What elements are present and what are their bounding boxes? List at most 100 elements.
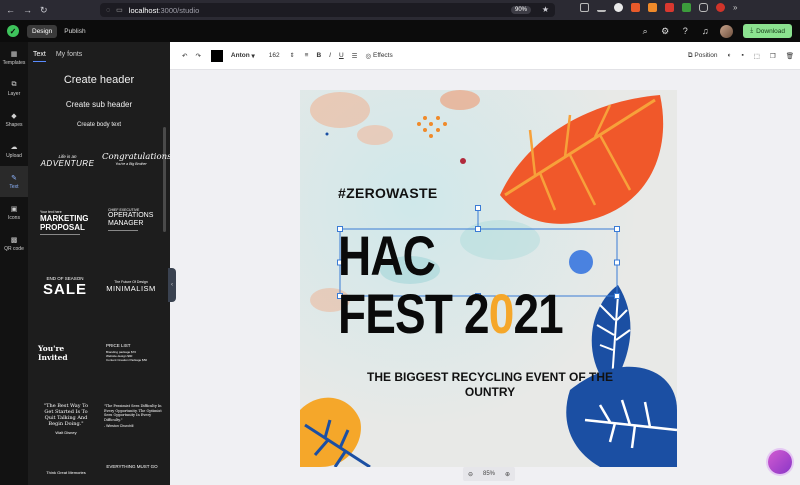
page-icon: ▭ <box>116 7 123 14</box>
gear-icon[interactable]: ⚙ <box>660 26 670 37</box>
templates-icon: ▦ <box>10 50 18 58</box>
rail-item-qr-code[interactable]: ▩ QR code <box>0 228 28 259</box>
template-operations-manager[interactable]: CHIEF EXECUTIVE OPERATIONS MANAGER <box>108 208 160 231</box>
app-header: ✓ Design Publish ⌕ ⚙ ? ♫ ⤓ Download <box>0 20 800 42</box>
create-sub-header-button[interactable]: Create sub header <box>28 100 170 109</box>
group-icon[interactable]: ⬚ <box>754 52 760 60</box>
list-icon[interactable]: ☰ <box>352 52 358 60</box>
rail-item-text[interactable]: ✎ Text <box>0 166 28 197</box>
tab-my-fonts[interactable]: My fonts <box>56 51 82 62</box>
template-quote-churchill[interactable]: "The Pessimist Sees Difficulty In Every … <box>104 404 162 428</box>
assistant-chat-button[interactable] <box>768 450 792 474</box>
template-youre-invited[interactable]: You're Invited <box>38 344 78 362</box>
template-great-memories[interactable]: Think Great Memories <box>44 470 88 475</box>
extension-red-icon[interactable] <box>665 3 674 12</box>
back-icon[interactable]: ← <box>6 5 15 15</box>
address-bar[interactable]: ◌ ▭ localhost:3000/studio 90% ★ <box>100 3 555 17</box>
editor-toolbar: ↶ ↷ Anton ▾ 162 ⇕ ≡ B I U ☰ ◎ Effects ⧉ … <box>170 42 800 70</box>
forward-icon[interactable]: → <box>23 5 32 15</box>
position-icon: ⧉ <box>687 51 693 59</box>
undo-icon[interactable]: ↶ <box>182 52 187 60</box>
shield-icon: ◌ <box>106 6 111 14</box>
extension-fox-icon[interactable] <box>648 3 657 12</box>
extension-puzzle-icon[interactable] <box>699 3 708 12</box>
overflow-menu-icon[interactable]: » <box>733 3 742 12</box>
download-label: Download <box>756 27 785 35</box>
upload-icon: ☁ <box>10 143 18 151</box>
rail-item-shapes[interactable]: ◆ Shapes <box>0 104 28 135</box>
notification-bell-icon[interactable]: ♫ <box>700 26 710 36</box>
underline-icon[interactable]: U <box>339 52 344 59</box>
italic-icon[interactable]: I <box>329 52 331 59</box>
template-minimalism[interactable]: The Future Of Design MINIMALISM <box>101 280 161 293</box>
tab-design[interactable]: Design <box>27 24 58 38</box>
downloads-icon[interactable] <box>597 3 606 12</box>
bookmark-star-icon[interactable]: ★ <box>542 5 549 14</box>
app-logo-icon[interactable]: ✓ <box>7 25 19 37</box>
template-everything-must-go[interactable]: EVERYTHING MUST GO <box>104 464 160 469</box>
poster-artboard[interactable]: #ZEROWASTE HAC FEST 2021 THE BIGGEST REC… <box>300 90 677 467</box>
template-adventure[interactable]: Life is an ADVENTURE <box>40 154 95 168</box>
poster-title-zero: 0 <box>488 282 515 345</box>
rail-item-upload[interactable]: ☁ Upload <box>0 135 28 166</box>
layer-icon: ⧉ <box>11 80 17 88</box>
tab-publish[interactable]: Publish <box>59 25 90 38</box>
rail-item-icons[interactable]: ▣ Icons <box>0 197 28 228</box>
redo-icon[interactable]: ↷ <box>195 52 200 60</box>
extension-c-icon[interactable] <box>614 3 623 12</box>
zoom-control: ⊖ 85% ⊕ <box>463 467 515 481</box>
shapes-icon: ◆ <box>11 112 17 120</box>
rail-item-templates[interactable]: ▦ Templates <box>0 42 28 73</box>
download-button[interactable]: ⤓ Download <box>743 24 792 38</box>
text-color-swatch[interactable] <box>210 49 223 62</box>
poster-subtitle[interactable]: THE BIGGEST RECYCLING EVENT OF THE OUNTR… <box>340 370 640 400</box>
poster-hashtag[interactable]: #ZEROWASTE <box>338 185 437 201</box>
poster-title-line2[interactable]: FEST 2021 <box>338 286 564 342</box>
extension-ladybug-icon[interactable] <box>716 3 725 12</box>
trash-icon[interactable]: 🗑 <box>786 52 794 60</box>
bold-icon[interactable]: B <box>316 52 321 59</box>
poster-title-part-a: FEST 2 <box>338 282 490 345</box>
extension-green-icon[interactable] <box>682 3 691 12</box>
left-rail: ▦ Templates ⧉ Layer ◆ Shapes ☁ Upload ✎ Text … <box>0 42 28 485</box>
lock-icon[interactable]: ▪ <box>741 52 743 59</box>
download-icon: ⤓ <box>750 27 754 34</box>
font-size-input[interactable]: 162 <box>269 52 280 59</box>
avatar[interactable] <box>720 24 734 38</box>
text-icon: ✎ <box>11 174 17 182</box>
create-body-text-button[interactable]: Create body text <box>28 122 170 128</box>
opacity-icon[interactable]: ◐ <box>728 52 732 59</box>
extension-orange-icon[interactable] <box>631 3 640 12</box>
position-button[interactable]: ⧉ Position <box>688 52 718 60</box>
poster-title-line1[interactable]: HAC <box>338 228 436 284</box>
template-price-list[interactable]: PRICE LIST Branding package $70 Website … <box>106 343 161 362</box>
rail-item-layer[interactable]: ⧉ Layer <box>0 73 28 104</box>
chevron-down-icon: ▾ <box>251 52 255 60</box>
collapse-panel-handle[interactable]: ‹ <box>168 268 176 302</box>
template-quote-disney[interactable]: "The Best Way To Get Started Is To Quit … <box>41 403 91 435</box>
poster-title-part-b: 21 <box>513 282 563 345</box>
effects-button[interactable]: ◎ Effects <box>366 52 393 60</box>
url-path: :3000/studio <box>158 5 200 15</box>
template-congratulations[interactable]: Congratulations! You're a Big Brother <box>102 152 170 166</box>
tab-text[interactable]: Text <box>33 51 46 62</box>
icons-icon: ▣ <box>10 205 18 213</box>
browser-toolbar: ← → ↻ ◌ ▭ localhost:3000/studio 90% ★ » <box>0 0 800 20</box>
reload-icon[interactable]: ↻ <box>40 5 48 16</box>
help-icon[interactable]: ? <box>680 26 690 36</box>
zoom-level[interactable]: 85% <box>483 471 495 477</box>
font-size-stepper-icon[interactable]: ⇕ <box>290 52 295 59</box>
panel-scrollbar[interactable] <box>163 127 166 232</box>
search-icon[interactable]: ⌕ <box>640 26 650 37</box>
zoom-out-icon[interactable]: ⊖ <box>468 471 473 478</box>
create-header-button[interactable]: Create header <box>28 74 170 86</box>
pocket-icon[interactable] <box>580 3 589 12</box>
zoom-in-icon[interactable]: ⊕ <box>505 471 510 478</box>
browser-zoom-badge[interactable]: 90% <box>510 6 531 14</box>
font-family-select[interactable]: Anton ▾ <box>231 52 255 60</box>
effects-icon: ◎ <box>365 52 372 60</box>
text-align-icon[interactable]: ≡ <box>305 52 309 59</box>
template-sale[interactable]: END OF SEASON SALE <box>43 276 87 298</box>
duplicate-icon[interactable]: ❐ <box>770 52 776 60</box>
template-marketing-proposal[interactable]: Your text here MARKETING PROPOSAL <box>40 210 96 235</box>
